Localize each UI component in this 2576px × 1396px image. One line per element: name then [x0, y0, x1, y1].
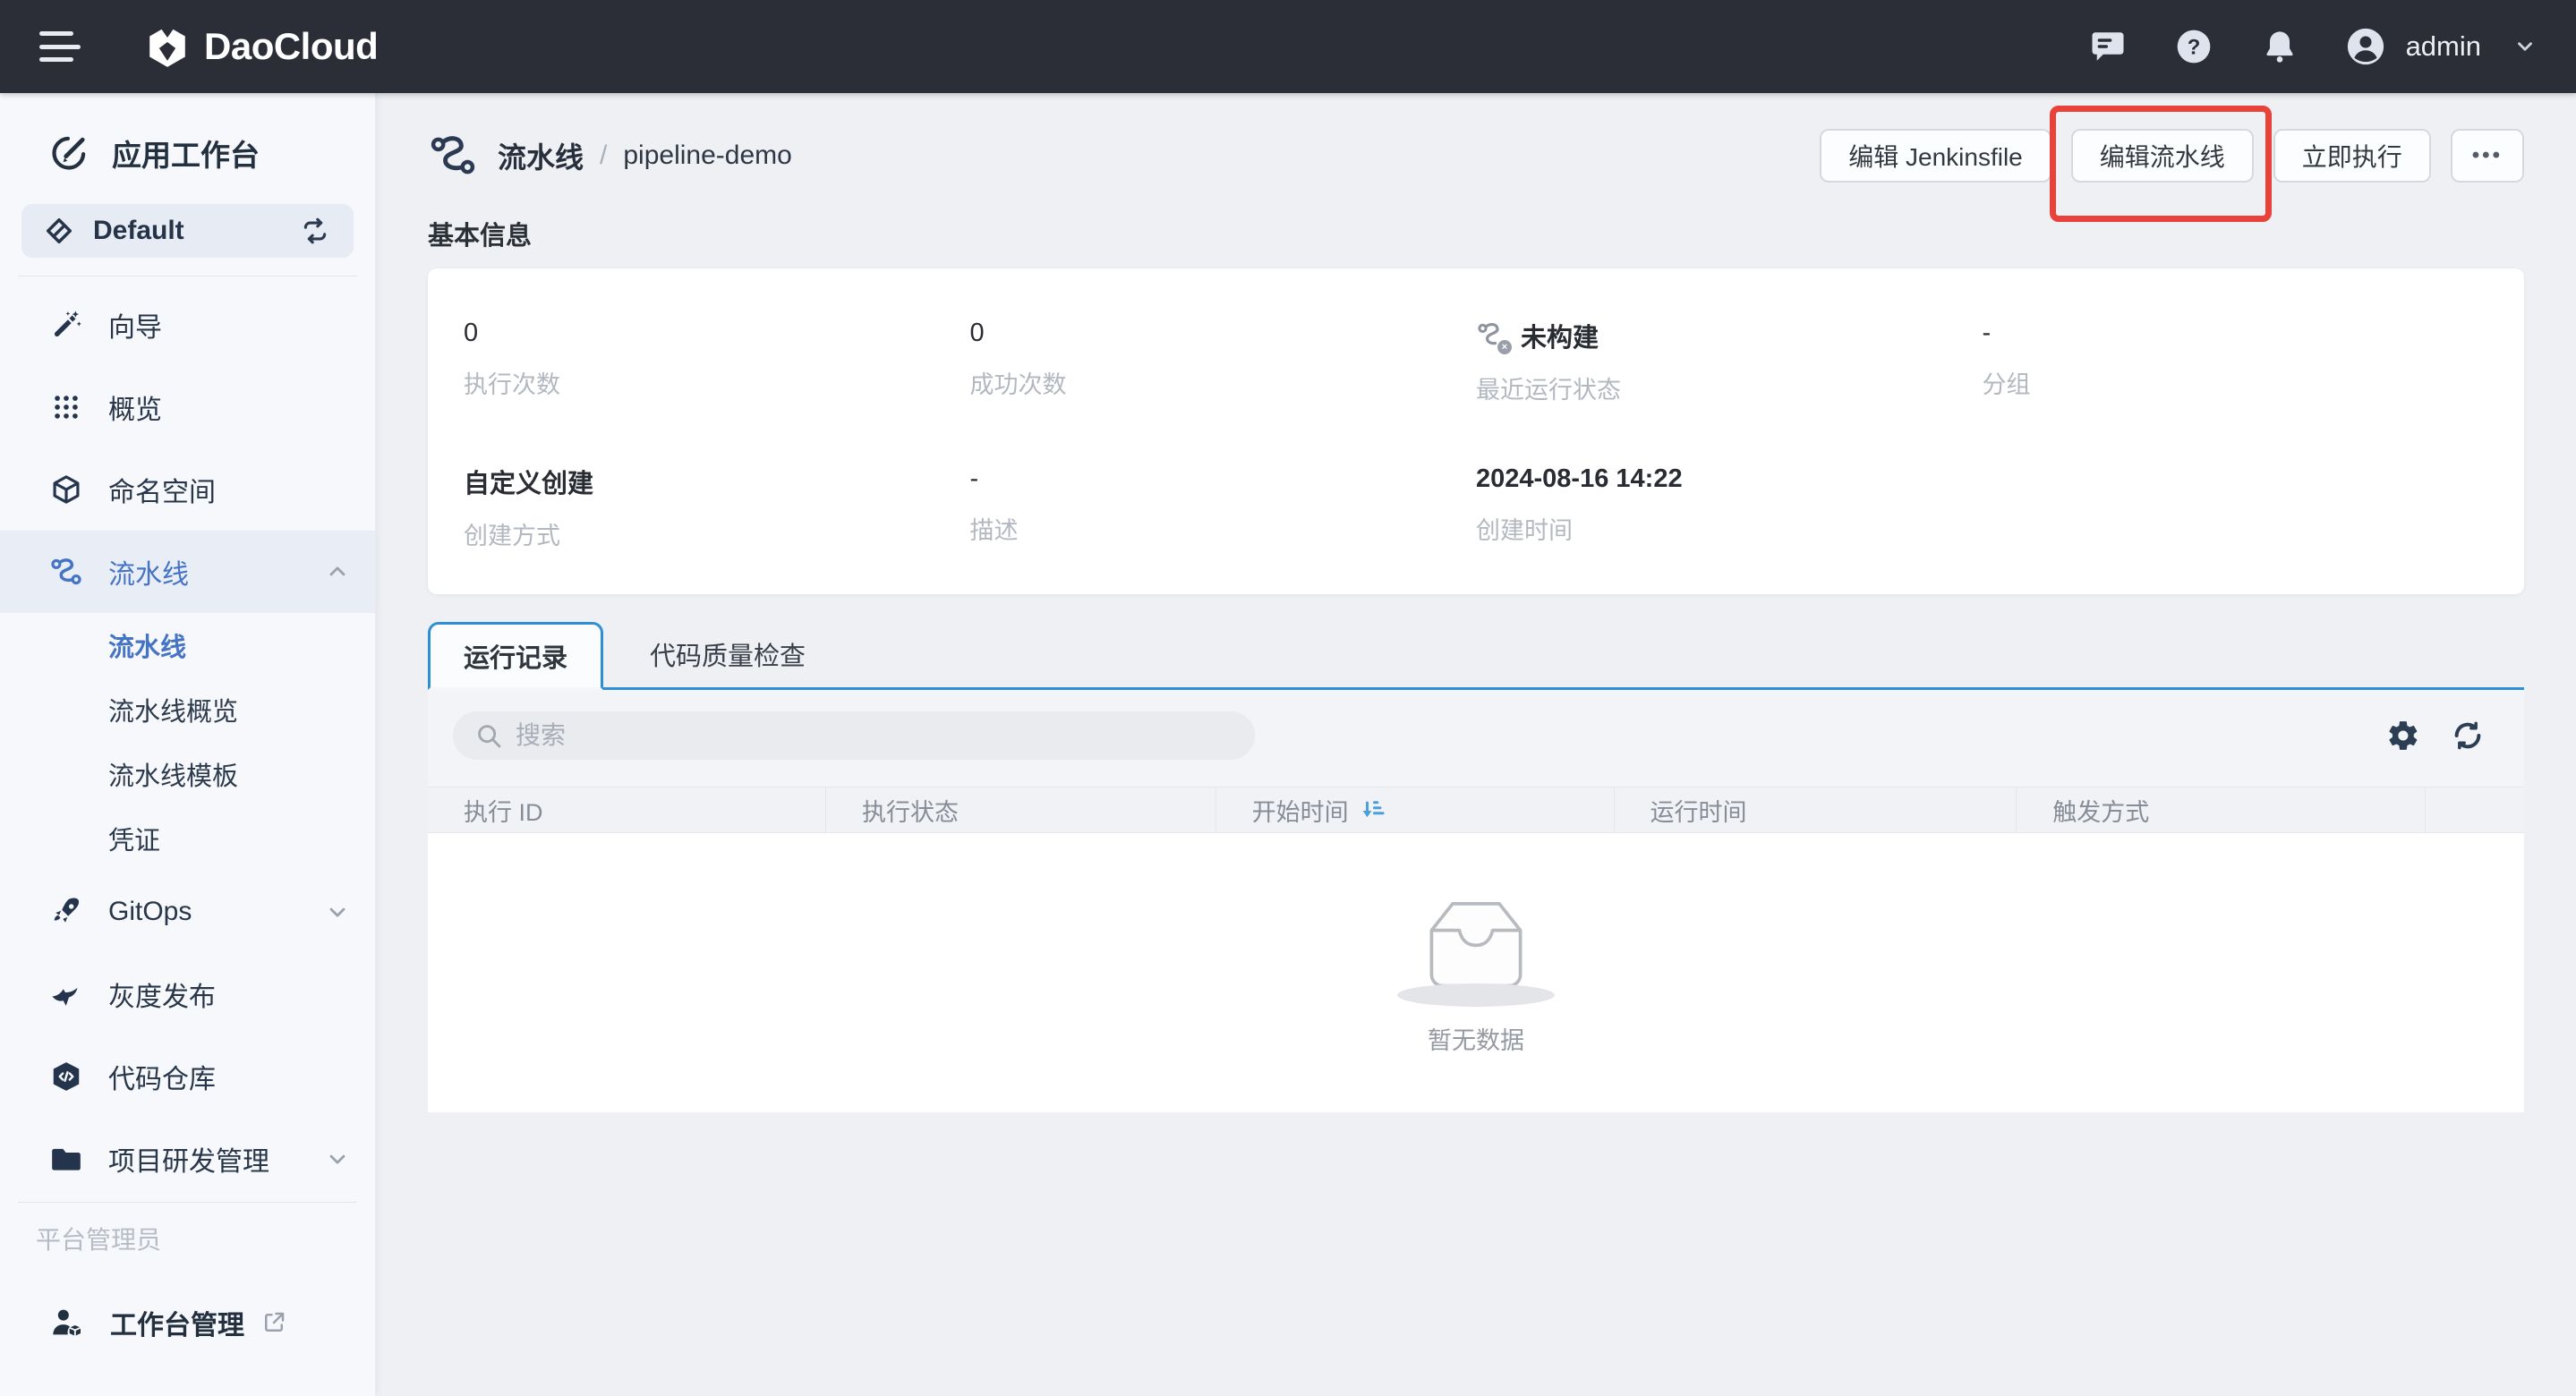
- breadcrumb-current: pipeline-demo: [623, 140, 791, 171]
- refresh-icon[interactable]: [2451, 719, 2485, 753]
- rocket-icon: [49, 895, 83, 929]
- feedback-icon[interactable]: [2087, 26, 2128, 67]
- col-actions: [2426, 787, 2524, 832]
- user-menu[interactable]: admin: [2345, 26, 2537, 67]
- edit-pipeline-button[interactable]: 编辑流水线: [2071, 129, 2254, 183]
- tab-strip: 运行记录 代码质量检查: [428, 621, 2524, 690]
- page: { "header": { "logo_text": "DaoCloud", "…: [0, 0, 2576, 1396]
- chevron-down-icon[interactable]: [325, 899, 350, 924]
- col-start-time[interactable]: 开始时间: [1216, 787, 1615, 832]
- info-cell-description: - 描述: [970, 463, 1477, 551]
- daocloud-logo-icon: [145, 24, 190, 69]
- basic-info-title: 基本信息: [428, 215, 2524, 252]
- sidebar-item-pipeline[interactable]: 流水线: [0, 531, 375, 613]
- admin-user-icon: [49, 1305, 85, 1341]
- divider: [18, 276, 357, 277]
- run-now-button[interactable]: 立即执行: [2273, 129, 2431, 183]
- col-trigger-method[interactable]: 触发方式: [2017, 787, 2426, 832]
- sidebar-item-gray-release[interactable]: 灰度发布: [0, 953, 375, 1035]
- switch-workspace-icon[interactable]: [300, 216, 330, 246]
- workspace-icon: [45, 217, 73, 245]
- chevron-down-icon[interactable]: [325, 1146, 350, 1171]
- sort-descending-icon[interactable]: [1360, 796, 1386, 823]
- basic-info-card: 0 执行次数 0 成功次数 × 未构建 最近: [428, 268, 2524, 594]
- svg-text:?: ?: [2187, 35, 2200, 59]
- breadcrumb-separator: /: [600, 140, 607, 171]
- status-x-badge: ×: [1497, 340, 1512, 354]
- external-link-icon: [260, 1309, 287, 1336]
- info-cell-success-count: 0 成功次数: [970, 317, 1477, 405]
- search-input[interactable]: [516, 721, 1233, 750]
- search-icon: [474, 721, 503, 750]
- page-header: 流水线 / pipeline-demo 编辑 Jenkinsfile 编辑流水线…: [428, 127, 2524, 184]
- col-exec-status[interactable]: 执行状态: [826, 787, 1216, 832]
- top-bar: DaoCloud ?: [0, 0, 2576, 93]
- sidebar-item-overview[interactable]: 概览: [0, 366, 375, 448]
- workspace-section-title: 应用工作台: [49, 125, 375, 181]
- info-cell-empty: [1983, 463, 2489, 551]
- sidebar-nav: 向导 概览 命名空: [0, 284, 375, 1200]
- sidebar-subitem-pipeline-template[interactable]: 流水线模板: [0, 742, 375, 806]
- chevron-down-icon: [2513, 35, 2537, 58]
- pipeline-icon: [49, 555, 83, 589]
- sidebar-item-workbench-mgmt[interactable]: 工作台管理: [49, 1294, 375, 1351]
- role-label: 平台管理员: [36, 1221, 375, 1256]
- pipeline-icon: [428, 131, 478, 181]
- edit-jenkinsfile-button[interactable]: 编辑 Jenkinsfile: [1820, 129, 2051, 183]
- main-content: 流水线 / pipeline-demo 编辑 Jenkinsfile 编辑流水线…: [376, 93, 2576, 1396]
- wand-icon: [49, 308, 83, 342]
- table-tools: [2386, 719, 2499, 753]
- folder-icon: [49, 1142, 83, 1176]
- info-cell-create-time: 2024-08-16 14:22 创建时间: [1476, 463, 1983, 551]
- not-built-status-icon: ×: [1476, 319, 1508, 352]
- tab-code-quality[interactable]: 代码质量检查: [603, 635, 852, 673]
- info-cell-group: - 分组: [1983, 317, 2489, 405]
- table-body: 暂无数据: [428, 833, 2524, 1112]
- page-actions: 编辑 Jenkinsfile 编辑流水线 立即执行 •••: [1820, 129, 2524, 183]
- sidebar-item-namespace[interactable]: 命名空间: [0, 448, 375, 531]
- empty-shadow: [1397, 983, 1555, 1007]
- info-cell-last-status: × 未构建 最近运行状态: [1476, 317, 1983, 405]
- search-box[interactable]: [453, 711, 1255, 760]
- sidebar: 应用工作台 Default: [0, 93, 376, 1396]
- brand-logo[interactable]: DaoCloud: [145, 24, 378, 69]
- code-cube-icon: [49, 1060, 83, 1094]
- info-cell-exec-count: 0 执行次数: [464, 317, 970, 405]
- sidebar-item-project-mgmt[interactable]: 项目研发管理: [0, 1118, 375, 1200]
- divider: [18, 1202, 357, 1203]
- help-icon[interactable]: ?: [2173, 26, 2214, 67]
- workspace-name: Default: [93, 216, 184, 246]
- breadcrumb-section[interactable]: 流水线: [498, 135, 584, 176]
- info-cell-create-method: 自定义创建 创建方式: [464, 463, 970, 551]
- workspace-selector[interactable]: Default: [21, 204, 354, 258]
- run-records-panel: 执行 ID 执行状态 开始时间 运行时间 触发方式: [428, 690, 2524, 1112]
- menu-toggle-icon[interactable]: [39, 31, 81, 62]
- sidebar-item-wizard[interactable]: 向导: [0, 284, 375, 366]
- sidebar-subitem-pipeline-overview[interactable]: 流水线概览: [0, 677, 375, 742]
- sidebar-item-gitops[interactable]: GitOps: [0, 871, 375, 953]
- table-header-row: 执行 ID 执行状态 开始时间 运行时间 触发方式: [428, 787, 2524, 833]
- sidebar-subitem-pipeline[interactable]: 流水线: [0, 613, 375, 677]
- chevron-up-icon[interactable]: [325, 559, 350, 584]
- username: admin: [2406, 30, 2481, 63]
- bird-icon: [49, 977, 83, 1011]
- gear-icon[interactable]: [2386, 719, 2420, 753]
- empty-text: 暂无数据: [1428, 1021, 1524, 1056]
- col-run-duration[interactable]: 运行时间: [1615, 787, 2017, 832]
- compose-icon: [49, 133, 89, 173]
- brand-name: DaoCloud: [204, 25, 378, 68]
- more-actions-button[interactable]: •••: [2451, 129, 2524, 183]
- tab-run-records[interactable]: 运行记录: [428, 622, 603, 690]
- cube-icon: [49, 472, 83, 506]
- col-exec-id[interactable]: 执行 ID: [428, 787, 826, 832]
- empty-state: 暂无数据: [1397, 890, 1555, 1056]
- sidebar-subitem-credentials[interactable]: 凭证: [0, 806, 375, 871]
- notification-bell-icon[interactable]: [2259, 26, 2300, 67]
- avatar: [2345, 26, 2386, 67]
- grid-icon: [49, 390, 83, 424]
- sidebar-item-code-repo[interactable]: 代码仓库: [0, 1035, 375, 1118]
- search-row: [428, 711, 2524, 760]
- topbar-actions: ? admin: [2087, 26, 2537, 67]
